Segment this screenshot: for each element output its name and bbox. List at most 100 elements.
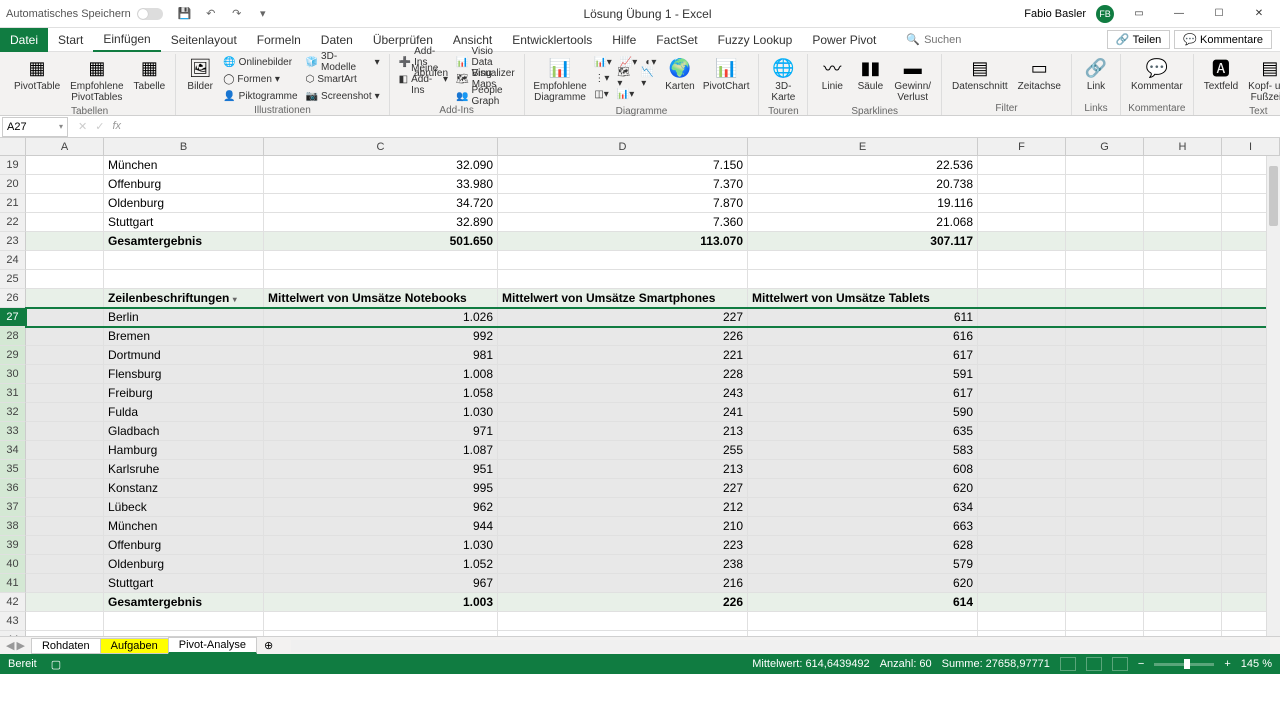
cell[interactable]: 981 bbox=[264, 346, 498, 364]
recommended-charts-button[interactable]: 📊Empfohlene Diagramme bbox=[531, 54, 590, 105]
cell[interactable]: 226 bbox=[498, 593, 748, 611]
cell[interactable] bbox=[26, 498, 104, 516]
user-avatar[interactable]: FB bbox=[1096, 5, 1114, 23]
cell[interactable] bbox=[1066, 156, 1144, 174]
cell[interactable]: 944 bbox=[264, 517, 498, 535]
cell[interactable] bbox=[26, 536, 104, 554]
cell[interactable]: 241 bbox=[498, 403, 748, 421]
cell[interactable]: 213 bbox=[498, 460, 748, 478]
row-header-19[interactable]: 19 bbox=[0, 156, 26, 175]
cell[interactable] bbox=[1144, 555, 1222, 573]
view-normal-icon[interactable] bbox=[1060, 657, 1076, 671]
column-header-B[interactable]: B bbox=[104, 138, 264, 155]
cell[interactable]: Offenburg bbox=[104, 175, 264, 193]
cell[interactable]: 21.068 bbox=[748, 213, 978, 231]
cell[interactable] bbox=[1066, 517, 1144, 535]
cell[interactable] bbox=[978, 479, 1066, 497]
chart-stock-icon[interactable]: 📉▾ bbox=[638, 70, 660, 86]
cell[interactable]: 113.070 bbox=[498, 232, 748, 250]
macro-record-icon[interactable]: ▢ bbox=[51, 658, 61, 671]
cell[interactable] bbox=[1066, 593, 1144, 611]
cell[interactable]: Mittelwert von Umsätze Smartphones bbox=[498, 289, 748, 307]
sparkline-line-button[interactable]: 〰Linie bbox=[814, 54, 850, 94]
view-layout-icon[interactable] bbox=[1086, 657, 1102, 671]
cell[interactable]: 238 bbox=[498, 555, 748, 573]
cell[interactable]: 307.117 bbox=[748, 232, 978, 250]
sheet-next-icon[interactable]: ▶ bbox=[16, 639, 24, 652]
cell[interactable]: Gesamtergebnis bbox=[104, 232, 264, 250]
comments-button[interactable]: 💬 Kommentare bbox=[1174, 30, 1272, 49]
smartart-button[interactable]: ⬡ SmartArt bbox=[303, 71, 383, 87]
name-box[interactable]: A27▾ bbox=[2, 117, 68, 137]
undo-icon[interactable]: ↶ bbox=[203, 6, 219, 22]
row-header-42[interactable]: 42 bbox=[0, 593, 26, 612]
cell[interactable] bbox=[978, 536, 1066, 554]
cell[interactable]: 951 bbox=[264, 460, 498, 478]
cell[interactable] bbox=[26, 517, 104, 535]
kopf-button[interactable]: ▤Kopf- und Fußzeile bbox=[1244, 54, 1280, 105]
cell[interactable] bbox=[1066, 555, 1144, 573]
row-header-36[interactable]: 36 bbox=[0, 479, 26, 498]
cell[interactable]: 243 bbox=[498, 384, 748, 402]
cell[interactable] bbox=[104, 270, 264, 288]
cell[interactable]: 19.116 bbox=[748, 194, 978, 212]
grid-area[interactable]: ABCDEFGHI 192021222324252627282930313233… bbox=[0, 138, 1280, 636]
cell[interactable] bbox=[978, 631, 1066, 636]
cell[interactable] bbox=[1066, 270, 1144, 288]
cell[interactable] bbox=[1144, 156, 1222, 174]
chart-hier-icon[interactable]: ◫▾ bbox=[591, 86, 611, 102]
cell[interactable] bbox=[1144, 194, 1222, 212]
cell[interactable]: 20.738 bbox=[748, 175, 978, 193]
tab-daten[interactable]: Daten bbox=[311, 28, 363, 52]
cell[interactable] bbox=[978, 327, 1066, 345]
cell[interactable]: Mittelwert von Umsätze Notebooks bbox=[264, 289, 498, 307]
cell[interactable] bbox=[26, 574, 104, 592]
tab-start[interactable]: Start bbox=[48, 28, 93, 52]
cell[interactable] bbox=[1066, 574, 1144, 592]
row-header-29[interactable]: 29 bbox=[0, 346, 26, 365]
row-header-33[interactable]: 33 bbox=[0, 422, 26, 441]
cell[interactable] bbox=[1066, 213, 1144, 231]
cell[interactable]: 221 bbox=[498, 346, 748, 364]
cell[interactable] bbox=[1144, 441, 1222, 459]
cell[interactable]: 34.720 bbox=[264, 194, 498, 212]
cell[interactable]: Stuttgart bbox=[104, 213, 264, 231]
cell[interactable]: 992 bbox=[264, 327, 498, 345]
my-addins-button[interactable]: ◧ Meine Add-Ins ▾ bbox=[396, 71, 451, 87]
cell[interactable] bbox=[1144, 327, 1222, 345]
cell[interactable] bbox=[1144, 213, 1222, 231]
cell[interactable]: 226 bbox=[498, 327, 748, 345]
cell[interactable] bbox=[498, 631, 748, 636]
cell[interactable] bbox=[748, 251, 978, 269]
3dmap-button[interactable]: 🌐3D- Karte bbox=[765, 54, 801, 105]
tab-factset[interactable]: FactSet bbox=[646, 28, 707, 52]
cell[interactable] bbox=[978, 593, 1066, 611]
cell[interactable] bbox=[1066, 498, 1144, 516]
confirm-formula-icon[interactable]: ✓ bbox=[95, 120, 104, 133]
cell[interactable] bbox=[1066, 479, 1144, 497]
cell[interactable]: 608 bbox=[748, 460, 978, 478]
cell[interactable] bbox=[978, 308, 1066, 326]
link-button[interactable]: 🔗Link bbox=[1078, 54, 1114, 94]
row-header-31[interactable]: 31 bbox=[0, 384, 26, 403]
chart-map-icon[interactable]: 🗺▾ bbox=[614, 70, 636, 86]
cell[interactable]: Lübeck bbox=[104, 498, 264, 516]
column-header-G[interactable]: G bbox=[1066, 138, 1144, 155]
cell[interactable]: Bremen bbox=[104, 327, 264, 345]
table-button[interactable]: ▦Tabelle bbox=[130, 54, 170, 94]
sparkline-col-button[interactable]: ▮▮Säule bbox=[852, 54, 888, 94]
cell[interactable] bbox=[26, 346, 104, 364]
cell[interactable]: Offenburg bbox=[104, 536, 264, 554]
cell[interactable] bbox=[26, 403, 104, 421]
kommentar-button[interactable]: 💬Kommentar bbox=[1127, 54, 1187, 94]
chart-scatter-icon[interactable]: ⋮▾ bbox=[591, 70, 612, 86]
cell[interactable]: Gesamtergebnis bbox=[104, 593, 264, 611]
row-header-44[interactable]: 44 bbox=[0, 631, 26, 636]
cell[interactable]: 213 bbox=[498, 422, 748, 440]
chart-bar-icon[interactable]: 📊▾ bbox=[591, 54, 614, 70]
cell[interactable]: Oldenburg bbox=[104, 194, 264, 212]
cell[interactable] bbox=[1144, 517, 1222, 535]
cell[interactable] bbox=[26, 213, 104, 231]
cell[interactable]: München bbox=[104, 156, 264, 174]
tab-einfuegen[interactable]: Einfügen bbox=[93, 28, 160, 52]
